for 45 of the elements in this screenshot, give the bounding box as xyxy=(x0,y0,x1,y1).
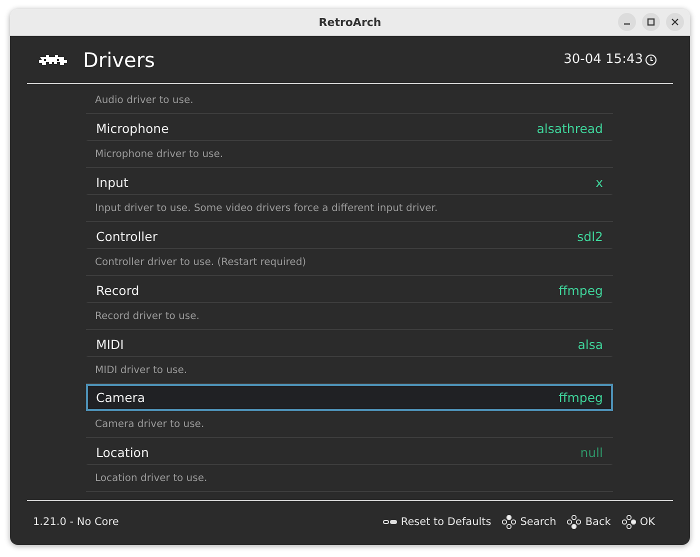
setting-value: sdl2 xyxy=(577,228,603,244)
space-invader-logo-icon xyxy=(37,52,67,66)
reset-defaults-button[interactable]: Reset to Defaults xyxy=(382,515,492,529)
setting-description: Record driver to use. xyxy=(86,303,613,330)
back-button[interactable]: Back xyxy=(567,515,611,529)
setting-label: Controller xyxy=(96,228,158,244)
setting-value: alsa xyxy=(578,336,603,352)
setting-row[interactable]: Record ffmpeg xyxy=(86,276,613,303)
setting-label: Camera xyxy=(96,390,146,405)
gamepad-buttons-icon xyxy=(502,515,516,529)
setting-label: Input xyxy=(96,174,128,190)
page-title: Drivers xyxy=(83,48,156,72)
setting-description: Location driver to use. xyxy=(86,465,613,492)
select-button-icon xyxy=(382,519,397,525)
maximize-icon xyxy=(647,18,655,26)
close-button[interactable] xyxy=(666,13,684,31)
setting-value: null xyxy=(580,444,603,460)
setting-description: Audio driver to use. xyxy=(86,87,613,114)
setting-description: Camera driver to use. xyxy=(86,411,613,438)
setting-description: Microphone driver to use. xyxy=(86,141,613,168)
gamepad-buttons-icon xyxy=(622,515,636,529)
maximize-button[interactable] xyxy=(642,13,660,31)
setting-row[interactable]: Microphone alsathread xyxy=(86,114,613,141)
ok-button[interactable]: OK xyxy=(622,515,655,529)
clock-icon xyxy=(645,54,657,66)
setting-label: MIDI xyxy=(96,336,124,352)
search-button[interactable]: Search xyxy=(502,515,556,529)
gamepad-buttons-icon xyxy=(567,515,582,529)
setting-description: Input driver to use. Some video drivers force a different input driver. xyxy=(86,195,613,222)
setting-row[interactable]: MIDI alsa xyxy=(86,330,613,357)
setting-label: Record xyxy=(96,282,140,298)
setting-label: Microphone xyxy=(96,120,169,136)
close-icon xyxy=(671,18,679,26)
setting-row[interactable]: Controller sdl2 xyxy=(86,222,613,249)
setting-value: alsathread xyxy=(536,120,603,136)
window-title: RetroArch xyxy=(318,16,382,28)
setting-value: x xyxy=(596,174,603,190)
setting-value: ffmpeg xyxy=(558,390,603,405)
clock-text: 30-04 15:43 xyxy=(564,52,643,67)
setting-row[interactable]: Input x xyxy=(86,168,613,195)
version-text: 1.21.0 - No Core xyxy=(33,516,120,528)
setting-description: Controller driver to use. (Restart required) xyxy=(86,249,613,276)
setting-row[interactable]: Camera ffmpeg xyxy=(86,384,613,411)
setting-label: Location xyxy=(96,444,149,460)
setting-value: ffmpeg xyxy=(558,282,603,298)
